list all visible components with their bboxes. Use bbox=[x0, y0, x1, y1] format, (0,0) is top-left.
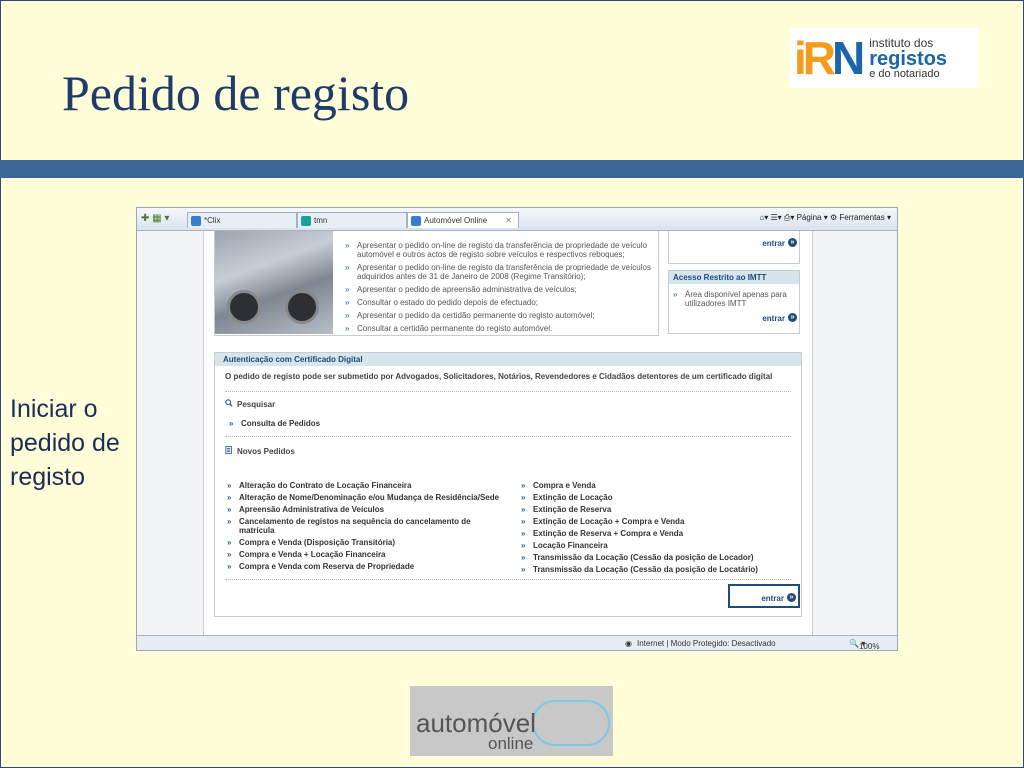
list-item: Consultar a certidão permanente do regis… bbox=[341, 324, 657, 333]
search-icon bbox=[225, 399, 233, 407]
request-link[interactable]: Alteração do Contrato de Locação Finance… bbox=[223, 481, 503, 490]
new-requests-right-column: Compra e Venda Extinção de Locação Extin… bbox=[517, 481, 797, 577]
imtt-box: Acesso Restrito ao IMTT Área disponível … bbox=[668, 270, 800, 334]
search-section-title: Pesquisar bbox=[215, 396, 801, 413]
entrar-button[interactable]: entrar bbox=[728, 584, 800, 608]
irn-logo-line1: instituto dos bbox=[869, 35, 934, 50]
irn-logo: iRN instituto dos registos e do notariad… bbox=[790, 28, 978, 88]
security-zone-text: Internet | Modo Protegido: Desactivado bbox=[637, 639, 776, 648]
close-tab-icon[interactable]: ✕ bbox=[505, 213, 512, 229]
list-item: Apresentar o pedido on-line de registo d… bbox=[341, 263, 657, 281]
intro-list: Apresentar o pedido on-line de registo d… bbox=[341, 241, 657, 337]
title-divider-bar bbox=[0, 160, 1024, 178]
home-icon[interactable]: ⌂▾ bbox=[759, 213, 768, 222]
browser-tab-bar: ✚ ▦ ▾ *Clix tmn Automóvel Online ✕ ⌂▾ ☰▾… bbox=[137, 208, 897, 231]
request-link[interactable]: Compra e Venda + Locação Financeira bbox=[223, 550, 503, 559]
login-box: entrar bbox=[668, 231, 800, 264]
feeds-icon[interactable]: ☰▾ bbox=[771, 213, 782, 222]
car-outline-icon bbox=[532, 700, 610, 746]
side-caption: Iniciar o pedido de registo bbox=[10, 395, 120, 491]
ao-logo-line2: online bbox=[488, 734, 534, 753]
consulta-pedidos-link[interactable]: Consulta de Pedidos bbox=[225, 419, 801, 428]
status-bar: ◉ Internet | Modo Protegido: Desactivado… bbox=[137, 635, 897, 650]
list-item: Apresentar o pedido de apreensão adminis… bbox=[341, 285, 657, 294]
new-requests-left-column: Alteração do Contrato de Locação Finance… bbox=[223, 481, 503, 574]
auth-description: O pedido de registo pode ser submetido p… bbox=[225, 372, 773, 381]
imtt-title: Acesso Restrito ao IMTT bbox=[669, 271, 799, 284]
print-icon[interactable]: ⎙▾ bbox=[784, 213, 794, 222]
globe-icon: ◉ bbox=[625, 639, 632, 648]
tab-tmn[interactable]: tmn bbox=[297, 212, 407, 228]
request-link[interactable]: Compra e Venda com Reserva de Propriedad… bbox=[223, 562, 503, 571]
auth-header: Autenticação com Certificado Digital bbox=[215, 353, 801, 366]
request-link[interactable]: Alteração de Nome/Denominação e/ou Mudan… bbox=[223, 493, 503, 502]
auth-panel: Autenticação com Certificado Digital O p… bbox=[214, 352, 802, 617]
tmn-icon bbox=[301, 216, 311, 226]
irn-logo-mark: iRN bbox=[794, 32, 865, 84]
car-image bbox=[215, 231, 333, 334]
request-link[interactable]: Compra e Venda (Disposição Transitória) bbox=[223, 538, 503, 547]
imtt-text: Área disponível apenas para utilizadores… bbox=[669, 290, 795, 308]
request-link[interactable]: Extinção de Locação bbox=[517, 493, 797, 502]
list-item: Apresentar o pedido on-line de registo d… bbox=[341, 241, 657, 259]
request-link[interactable]: Locação Financeira bbox=[517, 541, 797, 550]
tab-label: tmn bbox=[314, 216, 328, 225]
list-item: Consultar o estado do pedido depois de e… bbox=[341, 298, 657, 307]
page-menu[interactable]: Página ▾ bbox=[797, 213, 828, 222]
tools-menu[interactable]: ⚙ Ferramentas ▾ bbox=[830, 213, 891, 222]
command-bar: ⌂▾ ☰▾ ⎙▾ Página ▾ ⚙ Ferramentas ▾ bbox=[759, 213, 891, 223]
web-page: Apresentar o pedido on-line de registo d… bbox=[203, 231, 813, 635]
list-item: Apresentar o pedido da certidão permanen… bbox=[341, 311, 657, 320]
tab-label: Automóvel Online bbox=[424, 216, 488, 225]
intro-box: Apresentar o pedido on-line de registo d… bbox=[214, 231, 659, 336]
new-requests-title: Novos Pedidos bbox=[215, 443, 801, 460]
browser-screenshot: ✚ ▦ ▾ *Clix tmn Automóvel Online ✕ ⌂▾ ☰▾… bbox=[136, 207, 898, 651]
request-link[interactable]: Extinção de Locação + Compra e Venda bbox=[517, 517, 797, 526]
entrar-top-link[interactable]: entrar bbox=[669, 238, 799, 248]
tab-label: *Clix bbox=[204, 216, 221, 225]
tab-automovel-online[interactable]: Automóvel Online ✕ bbox=[407, 212, 519, 228]
request-link[interactable]: Transmissão da Locação (Cessão da posiçã… bbox=[517, 565, 797, 574]
tab-clix[interactable]: *Clix bbox=[187, 212, 297, 228]
slide-title: Pedido de registo bbox=[62, 65, 410, 121]
irn-logo-line3: e do notariado bbox=[869, 67, 940, 80]
request-link[interactable]: Cancelamento de registos na sequência do… bbox=[223, 517, 503, 535]
favorites-icon[interactable]: ✚ ▦ ▾ bbox=[141, 213, 169, 224]
request-link[interactable]: Apreensão Administrativa de Veículos bbox=[223, 505, 503, 514]
entrar-imtt-link[interactable]: entrar bbox=[669, 313, 799, 323]
document-icon bbox=[225, 446, 232, 454]
ie-page-icon bbox=[411, 216, 421, 226]
request-link[interactable]: Transmissão da Locação (Cessão da posiçã… bbox=[517, 553, 797, 562]
irn-logo-line2: registos bbox=[869, 47, 948, 70]
request-link[interactable]: Extinção de Reserva bbox=[517, 505, 797, 514]
request-link[interactable]: Compra e Venda bbox=[517, 481, 797, 490]
request-link[interactable]: Extinção de Reserva + Compra e Venda bbox=[517, 529, 797, 538]
entrar-button-label: entrar bbox=[730, 593, 798, 603]
zoom-level[interactable]: 🔍 100% ▾ bbox=[849, 639, 879, 650]
ie-page-icon bbox=[191, 216, 201, 226]
automovel-online-logo: automóvel online bbox=[410, 686, 613, 756]
